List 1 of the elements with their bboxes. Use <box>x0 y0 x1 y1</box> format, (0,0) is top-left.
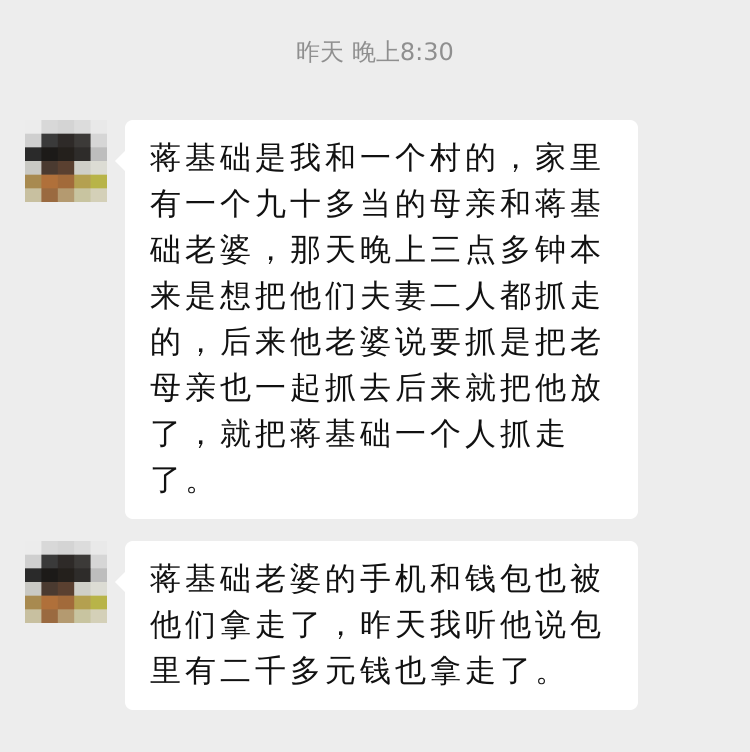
timestamp: 昨天 晚上8:30 <box>296 37 454 68</box>
